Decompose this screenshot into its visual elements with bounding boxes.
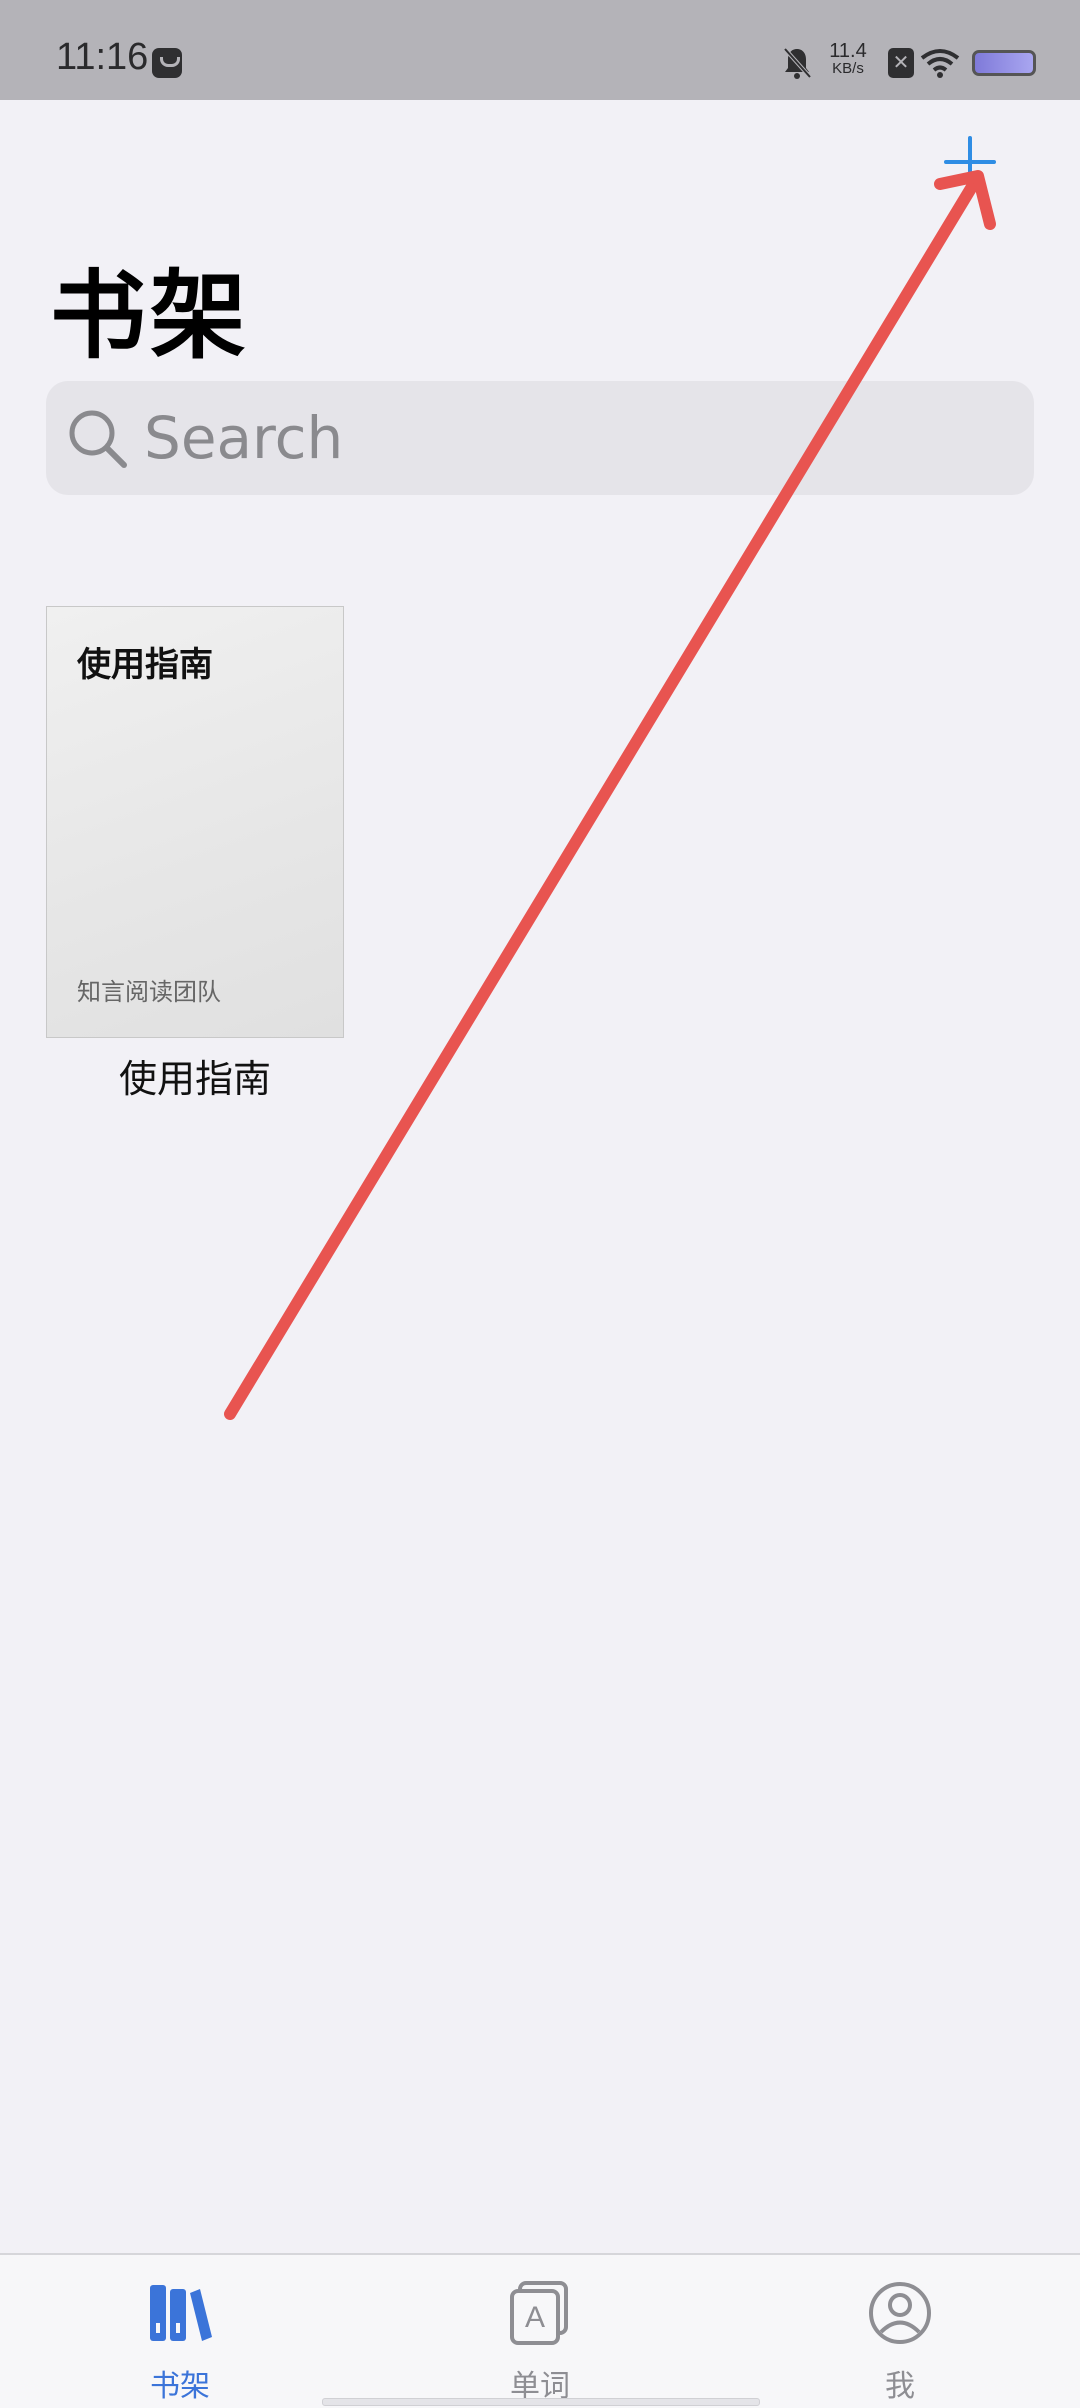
- search-bar[interactable]: [46, 381, 1034, 495]
- book-title[interactable]: 使用指南: [46, 1048, 344, 1103]
- battery-icon: [972, 50, 1036, 76]
- bookshelf-icon: [150, 2285, 212, 2341]
- book-cover-author: 知言阅读团队: [77, 978, 221, 1006]
- search-icon: [69, 410, 127, 468]
- bell-off-icon: [783, 47, 812, 79]
- wifi-icon: [920, 49, 960, 78]
- network-speed: 11.4 KB/s: [820, 40, 876, 78]
- status-icons: 11.4 KB/s ✕: [760, 0, 1080, 100]
- xbox-icon: ✕: [888, 48, 914, 78]
- home-indicator[interactable]: [322, 2398, 760, 2406]
- tab-me[interactable]: 我: [800, 2255, 1000, 2405]
- tab-bookshelf-label: 书架: [150, 2369, 210, 2404]
- page-title: 书架: [50, 260, 250, 372]
- status-bar: 11:16 11.4 KB/s ✕: [0, 0, 1080, 100]
- network-speed-value: 11.4: [829, 40, 867, 62]
- app-notification-icon: [152, 48, 182, 78]
- profile-icon: [869, 2282, 931, 2344]
- tab-me-label: 我: [885, 2369, 915, 2404]
- tab-words[interactable]: A 单词: [440, 2255, 640, 2405]
- add-button[interactable]: [942, 134, 998, 190]
- book-cover[interactable]: 使用指南 知言阅读团队: [46, 606, 344, 1038]
- status-time: 11:16: [56, 36, 149, 78]
- search-input[interactable]: [144, 381, 1004, 495]
- word-cards-icon: A: [510, 2281, 568, 2345]
- svg-text:A: A: [525, 2301, 545, 2334]
- tab-bookshelf[interactable]: 书架: [80, 2255, 280, 2405]
- tab-bar: 书架 A 单词 我: [0, 2253, 1080, 2408]
- book-cover-title: 使用指南: [77, 645, 213, 685]
- network-speed-unit: KB/s: [832, 60, 864, 77]
